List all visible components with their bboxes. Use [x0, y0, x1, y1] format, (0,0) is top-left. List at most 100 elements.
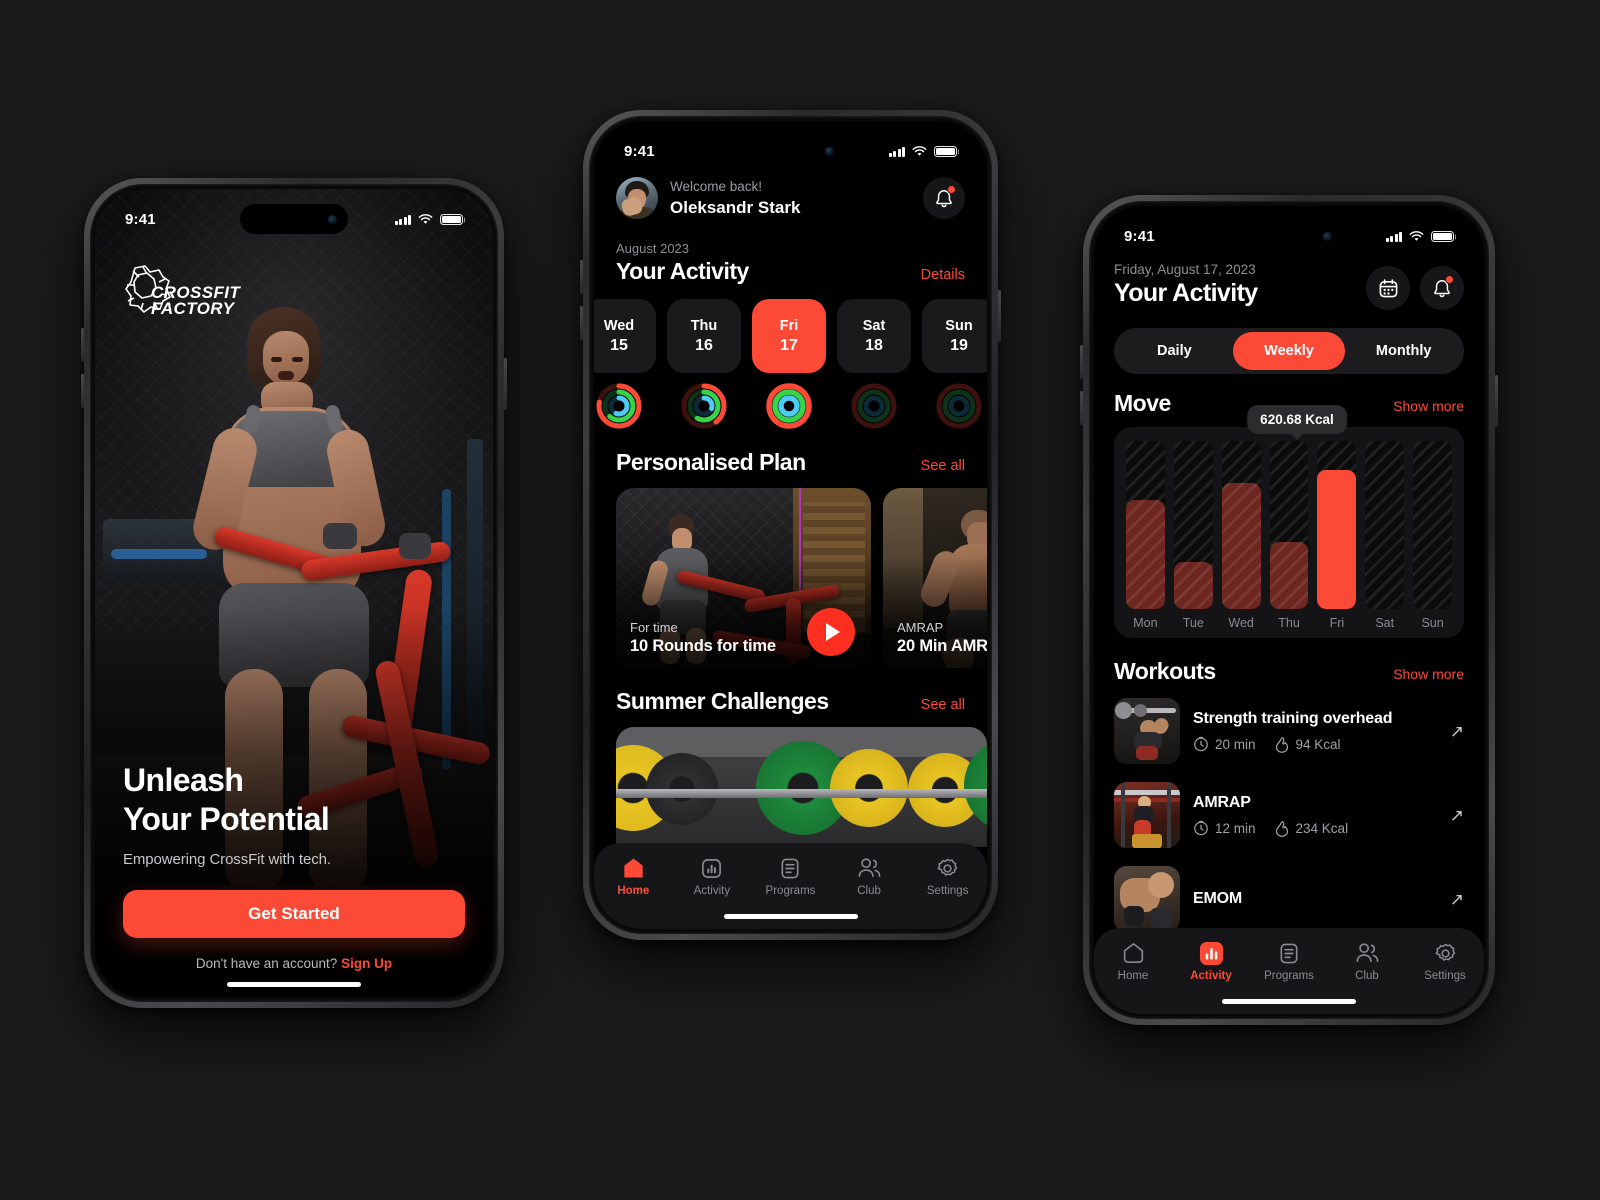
- day-chip-thu[interactable]: Thu 16: [667, 299, 741, 373]
- plan-card[interactable]: For time 10 Rounds for time: [616, 488, 871, 668]
- status-time: 9:41: [125, 211, 156, 228]
- workouts-title: Workouts: [1114, 658, 1216, 684]
- app-logo: CROSSFIT FACTORY: [121, 261, 240, 317]
- activity-details-link[interactable]: Details: [921, 267, 965, 283]
- get-started-button[interactable]: Get Started: [123, 890, 465, 938]
- play-button[interactable]: [807, 608, 855, 656]
- volume-down-button[interactable]: [1080, 391, 1083, 425]
- move-chart: 620.68 Kcal Mon Tue Wed Thu Fri Sat Sun: [1114, 405, 1464, 638]
- segment-daily[interactable]: Daily: [1118, 332, 1231, 370]
- x-tick-fri: Fri: [1329, 616, 1345, 630]
- chart-column-sat[interactable]: [1365, 441, 1405, 609]
- volume-down-button[interactable]: [81, 374, 84, 408]
- day-chip-sun[interactable]: Sun 19: [922, 299, 987, 373]
- document-icon: [1278, 941, 1300, 965]
- sign-up-link[interactable]: Sign Up: [341, 956, 392, 971]
- headline: Unleash Your Potential: [123, 761, 465, 839]
- x-tick-wed: Wed: [1228, 616, 1254, 630]
- workout-row[interactable]: Strength training overhead 20 min 94 Kca…: [1114, 689, 1464, 773]
- phone-home: 9:41 Welcome back! Oleksandr Stark Augus…: [580, 110, 1001, 940]
- gear-icon: [1434, 941, 1457, 965]
- status-time: 9:41: [624, 143, 655, 160]
- status-bar: 9:41: [1094, 206, 1484, 245]
- bar-fill: [1221, 483, 1261, 609]
- plan-card[interactable]: AMRAP 20 Min AMRA: [883, 488, 987, 668]
- home-indicator[interactable]: [1222, 999, 1356, 1004]
- volume-up-button[interactable]: [1080, 345, 1083, 379]
- battery-icon: [440, 214, 463, 225]
- subtitle: Empowering CrossFit with tech.: [123, 851, 331, 868]
- plan-card-list: For time 10 Rounds for time AMRAP 20 Min…: [594, 476, 987, 668]
- chart-column-sun[interactable]: [1413, 441, 1453, 609]
- activity-ring-fri: [752, 383, 826, 429]
- avatar[interactable]: [616, 177, 658, 219]
- volume-up-button[interactable]: [81, 328, 84, 362]
- plan-see-all-link[interactable]: See all: [921, 458, 965, 474]
- card-kicker: AMRAP: [897, 620, 944, 635]
- x-tick-mon: Mon: [1133, 616, 1158, 630]
- workout-name: Strength training overhead: [1193, 709, 1393, 727]
- tab-activity[interactable]: Activity: [1172, 941, 1250, 982]
- arrow-up-right-icon[interactable]: ↗: [1450, 891, 1464, 908]
- workout-name: AMRAP: [1193, 793, 1251, 811]
- chart-column-wed[interactable]: [1221, 441, 1261, 609]
- workout-calories: 234 Kcal: [1274, 820, 1348, 837]
- battery-icon: [934, 146, 957, 157]
- volume-down-button[interactable]: [580, 306, 583, 340]
- plan-title: Personalised Plan: [616, 449, 806, 475]
- segment-monthly[interactable]: Monthly: [1347, 332, 1460, 370]
- page-title: Your Activity: [1114, 279, 1258, 307]
- tab-programs[interactable]: Programs: [751, 856, 830, 897]
- workout-thumbnail: [1114, 782, 1180, 848]
- arrow-up-right-icon[interactable]: ↗: [1450, 723, 1464, 740]
- tab-programs[interactable]: Programs: [1250, 941, 1328, 982]
- power-button[interactable]: [998, 290, 1001, 342]
- chart-column-tue[interactable]: [1173, 441, 1213, 609]
- calendar-icon: [1379, 278, 1397, 297]
- volume-up-button[interactable]: [580, 260, 583, 294]
- workouts-show-more-link[interactable]: Show more: [1393, 666, 1464, 682]
- calendar-button[interactable]: [1366, 266, 1410, 310]
- tab-club[interactable]: Club: [1328, 941, 1406, 982]
- wifi-icon: [418, 214, 433, 224]
- segment-weekly[interactable]: Weekly: [1232, 332, 1346, 370]
- chart-column-mon[interactable]: [1126, 441, 1165, 609]
- tab-club[interactable]: Club: [830, 856, 909, 897]
- power-button[interactable]: [1495, 375, 1498, 427]
- activity-ring-sat: [837, 383, 911, 429]
- welcome-label: Welcome back!: [670, 178, 763, 194]
- tab-settings[interactable]: Settings: [1406, 941, 1484, 982]
- screen-onboarding: 9:41 CROSSFIT FACTORY Unleash Your Poten…: [95, 189, 493, 997]
- day-chip-sat[interactable]: Sat 18: [837, 299, 911, 373]
- status-time: 9:41: [1124, 228, 1155, 245]
- phone-activity: 9:41 Friday, August 17, 2023 Your Activi…: [1080, 195, 1498, 1025]
- chart-column-fri[interactable]: [1317, 441, 1357, 609]
- day-selector[interactable]: Wed 15 Thu 16 Fri 17 Sat 18 Sun 19: [594, 285, 987, 373]
- period-segmented-control[interactable]: Daily Weekly Monthly: [1114, 328, 1464, 374]
- bar-fill: [1126, 499, 1165, 609]
- workout-row[interactable]: AMRAP 12 min 234 Kcal ↗: [1114, 773, 1464, 857]
- arrow-up-right-icon[interactable]: ↗: [1450, 807, 1464, 824]
- challenge-card[interactable]: [616, 727, 987, 847]
- tab-home[interactable]: Home: [594, 856, 673, 897]
- tab-activity[interactable]: Activity: [673, 856, 752, 897]
- notifications-button[interactable]: [923, 177, 965, 219]
- day-chip-wed[interactable]: Wed 15: [594, 299, 656, 373]
- chart-column-thu[interactable]: [1269, 441, 1309, 609]
- chart-tooltip: 620.68 Kcal: [1247, 405, 1347, 434]
- card-title: 20 Min AMRA: [897, 637, 987, 655]
- challenge-photo: [616, 727, 987, 847]
- notifications-button[interactable]: [1420, 266, 1464, 310]
- tab-settings[interactable]: Settings: [908, 856, 987, 897]
- rope-grip: [399, 533, 431, 559]
- headline-line-1: Unleash: [123, 761, 244, 798]
- people-icon: [1355, 941, 1380, 965]
- home-indicator[interactable]: [723, 914, 858, 919]
- power-button[interactable]: [504, 358, 507, 410]
- home-indicator[interactable]: [227, 982, 361, 987]
- challenges-see-all-link[interactable]: See all: [921, 697, 965, 713]
- day-chip-fri[interactable]: Fri 17: [752, 299, 826, 373]
- activity-title: Your Activity: [616, 258, 749, 284]
- tab-home[interactable]: Home: [1094, 941, 1172, 982]
- move-show-more-link[interactable]: Show more: [1393, 398, 1464, 414]
